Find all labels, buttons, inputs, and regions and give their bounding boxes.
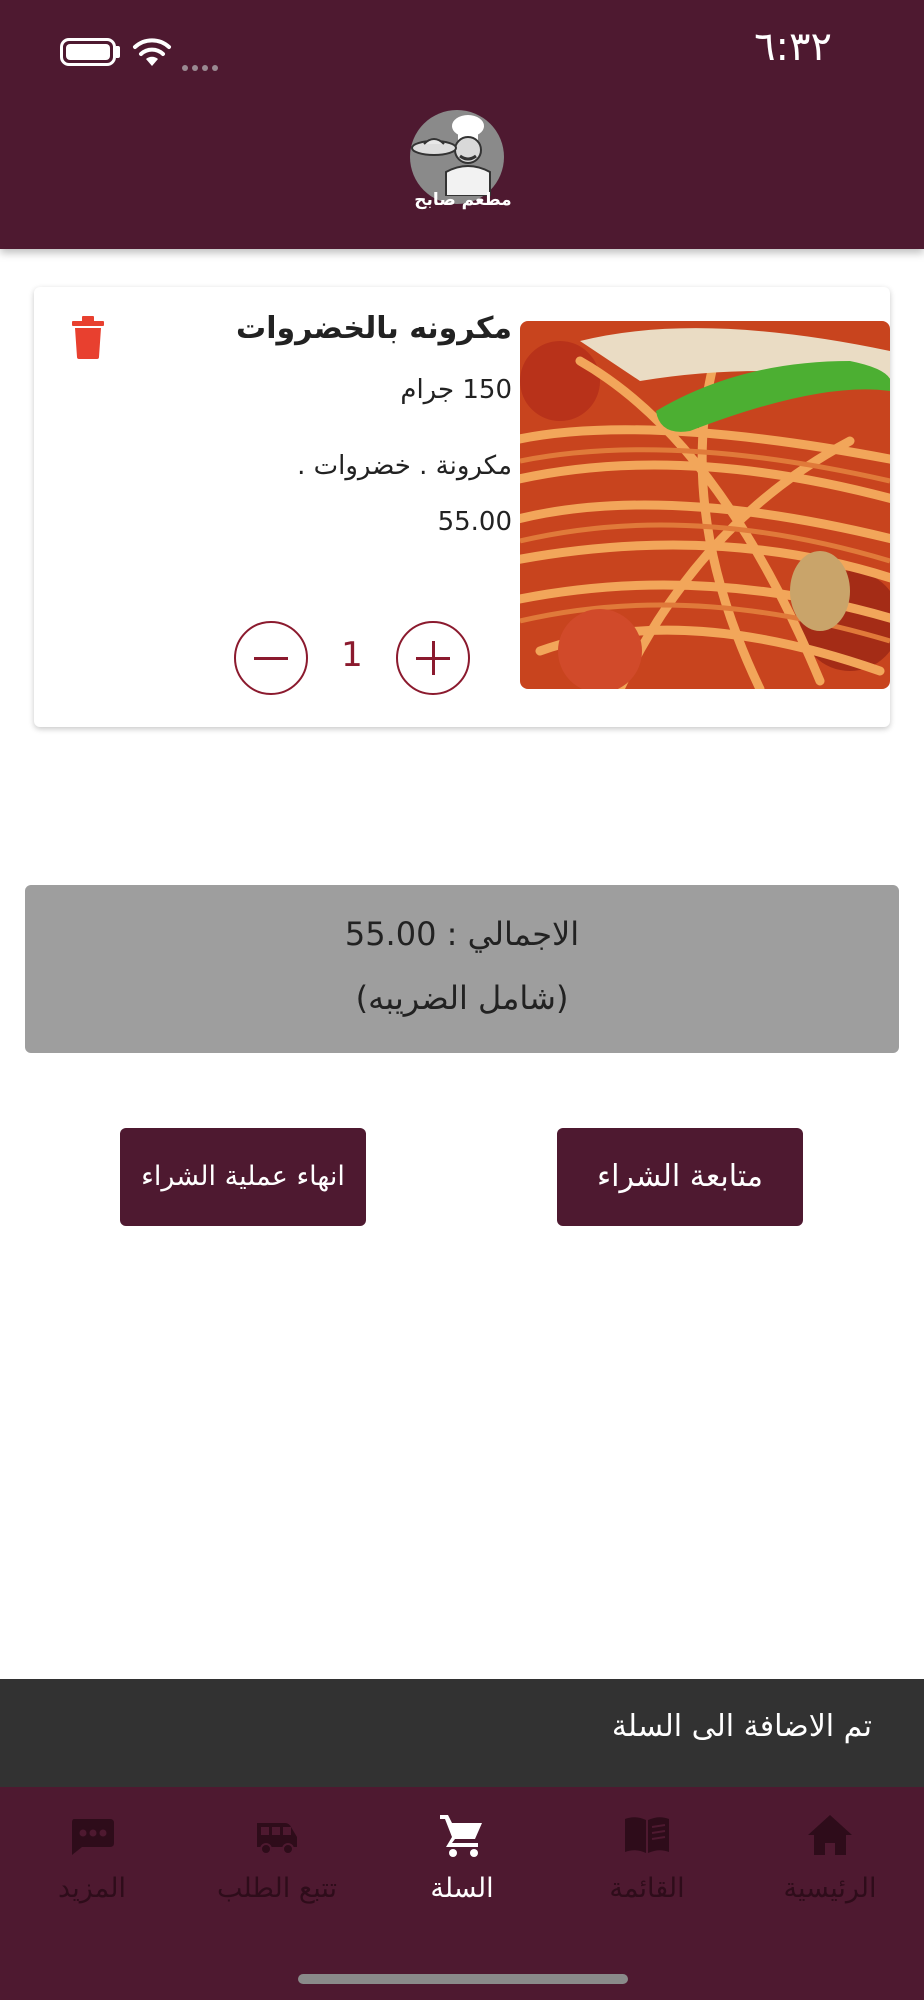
decrease-quantity-button[interactable] [234, 621, 308, 695]
item-weight: 150 جرام [400, 375, 512, 405]
bottom-navigation: المزيد تتبع الطلب السلة القائمة الرئيسية [0, 1787, 924, 2000]
nav-label-menu: القائمة [609, 1873, 685, 1904]
menu-book-icon [625, 1817, 669, 1853]
finish-purchase-button[interactable]: انهاء عملية الشراء [120, 1128, 366, 1226]
nav-item-cart[interactable]: السلة [372, 1811, 552, 1931]
nav-item-menu[interactable]: القائمة [557, 1811, 737, 1931]
snackbar-message: تم الاضافة الى السلة [611, 1709, 872, 1744]
wifi-icon [133, 38, 171, 66]
app-header: ٦:٣٢ مطعم صابح [0, 0, 924, 249]
item-price: 55.00 [437, 507, 512, 537]
quantity-value: 1 [341, 635, 363, 675]
delivery-van-icon [257, 1823, 297, 1855]
nav-label-more: المزيد [58, 1873, 126, 1904]
trash-icon[interactable] [70, 315, 106, 359]
nav-label-home: الرئيسية [783, 1873, 877, 1904]
signal-icon [182, 56, 222, 75]
item-name: مكرونه بالخضروات [236, 311, 512, 346]
total-summary: الاجمالي : 55.00 (شامل الضريبه) [25, 885, 899, 1053]
tax-note: (شامل الضريبه) [355, 979, 569, 1017]
home-indicator[interactable] [298, 1974, 628, 1984]
nav-item-more[interactable]: المزيد [2, 1811, 182, 1931]
increase-quantity-button[interactable] [396, 621, 470, 695]
pasta-photo-icon [520, 321, 890, 689]
cart-icon [440, 1815, 482, 1857]
more-chat-icon [72, 1819, 114, 1855]
status-time: ٦:٣٢ [754, 24, 832, 70]
restaurant-logo: مطعم صابح [400, 110, 512, 220]
snackbar: تم الاضافة الى السلة [0, 1679, 924, 1787]
battery-tip [116, 46, 120, 58]
home-icon [808, 1815, 852, 1855]
food-image [520, 321, 890, 689]
nav-item-home[interactable]: الرئيسية [740, 1811, 920, 1931]
item-description: مكرونة . خضروات . [297, 451, 512, 481]
logo-text: مطعم صابح [414, 190, 512, 210]
battery-icon [60, 38, 116, 66]
nav-label-cart: السلة [430, 1873, 494, 1904]
cart-item-card: مكرونه بالخضروات 150 جرام مكرونة . خضروا… [34, 287, 890, 727]
continue-shopping-button[interactable]: متابعة الشراء [557, 1128, 803, 1226]
nav-item-track-order[interactable]: تتبع الطلب [187, 1811, 367, 1931]
total-text: الاجمالي : 55.00 [344, 915, 580, 953]
nav-label-track-order: تتبع الطلب [216, 1873, 338, 1904]
chef-icon [411, 115, 491, 196]
